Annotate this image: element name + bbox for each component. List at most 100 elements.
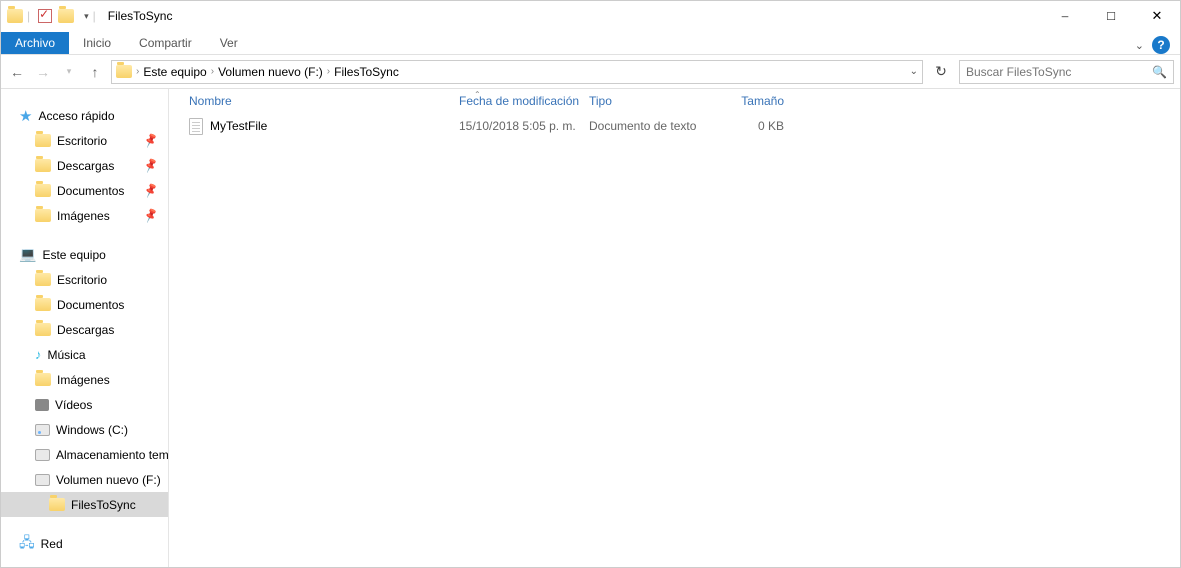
sidebar-label: Volumen nuevo (F:) bbox=[56, 473, 161, 487]
sort-indicator-icon: ⌃ bbox=[474, 90, 481, 99]
breadcrumb[interactable]: Volumen nuevo (F:) bbox=[218, 65, 323, 79]
disk-icon bbox=[35, 474, 50, 486]
search-icon[interactable]: 🔍 bbox=[1152, 65, 1167, 79]
sidebar-item-music[interactable]: ♪Música bbox=[1, 342, 168, 367]
sidebar-item-pictures[interactable]: Imágenes 📌 bbox=[1, 203, 168, 228]
column-type[interactable]: Tipo bbox=[589, 94, 714, 108]
navigation-pane: ★ Acceso rápido Escritorio 📌 Descargas 📌… bbox=[1, 89, 169, 567]
sidebar-label: Red bbox=[41, 537, 63, 551]
qat-dropdown-icon[interactable]: ▾ bbox=[84, 11, 89, 22]
tab-view[interactable]: Ver bbox=[206, 32, 252, 54]
sidebar-item-desktop[interactable]: Escritorio 📌 bbox=[1, 128, 168, 153]
network-icon: 🖧 bbox=[19, 532, 35, 556]
up-button[interactable]: ↑ bbox=[85, 62, 105, 82]
folder-icon bbox=[35, 273, 51, 286]
folder-icon bbox=[35, 159, 51, 172]
column-size[interactable]: Tamaño bbox=[714, 94, 784, 108]
folder-icon bbox=[35, 298, 51, 311]
minimize-button[interactable]: – bbox=[1042, 1, 1088, 31]
sidebar-label: Escritorio bbox=[57, 273, 107, 287]
sidebar-label: Este equipo bbox=[42, 248, 105, 262]
sidebar-label: Vídeos bbox=[55, 398, 92, 412]
sidebar-item-downloads[interactable]: Descargas 📌 bbox=[1, 153, 168, 178]
sidebar-label: Escritorio bbox=[57, 134, 107, 148]
folder-icon bbox=[35, 323, 51, 336]
back-button[interactable]: ← bbox=[7, 62, 27, 82]
sidebar-item-documents[interactable]: Documentos 📌 bbox=[1, 178, 168, 203]
folder-icon bbox=[49, 498, 65, 511]
sidebar-label: FilesToSync bbox=[71, 498, 136, 512]
sidebar-label: Acceso rápido bbox=[38, 109, 114, 123]
sidebar-item-tempstorage[interactable]: Almacenamiento temporal bbox=[1, 442, 168, 467]
address-bar[interactable]: › Este equipo › Volumen nuevo (F:) › Fil… bbox=[111, 60, 923, 84]
titlebar-separator: | bbox=[27, 9, 30, 23]
video-icon bbox=[35, 399, 49, 411]
window-title: FilesToSync bbox=[108, 9, 173, 23]
search-box[interactable]: 🔍 bbox=[959, 60, 1174, 84]
sidebar-item-pictures[interactable]: Imágenes bbox=[1, 367, 168, 392]
app-folder-icon bbox=[7, 9, 23, 23]
pin-icon: 📌 bbox=[142, 132, 159, 149]
quick-access-icon: ★ bbox=[19, 107, 32, 125]
search-input[interactable] bbox=[966, 65, 1152, 79]
file-name-cell: MyTestFile bbox=[189, 118, 459, 135]
disk-icon bbox=[35, 424, 50, 436]
folder-icon bbox=[35, 184, 51, 197]
sidebar-quick-access[interactable]: ★ Acceso rápido bbox=[1, 103, 168, 128]
folder-icon bbox=[35, 373, 51, 386]
address-dropdown-icon[interactable]: ⌄ bbox=[910, 66, 918, 77]
file-size: 0 KB bbox=[714, 119, 784, 133]
column-headers: Nombre ⌃ Fecha de modificación Tipo Tama… bbox=[169, 89, 1180, 113]
music-icon: ♪ bbox=[35, 347, 42, 362]
navigation-bar: ← → ▾ ↑ › Este equipo › Volumen nuevo (F… bbox=[1, 55, 1180, 89]
folder-icon bbox=[35, 134, 51, 147]
address-folder-icon bbox=[116, 65, 132, 78]
breadcrumb[interactable]: FilesToSync bbox=[334, 65, 399, 79]
recent-dropdown[interactable]: ▾ bbox=[59, 62, 79, 82]
file-list-pane: Nombre ⌃ Fecha de modificación Tipo Tama… bbox=[169, 89, 1180, 567]
sidebar-label: Imágenes bbox=[57, 209, 110, 223]
sidebar-network[interactable]: 🖧 Red bbox=[1, 531, 168, 556]
column-name[interactable]: Nombre bbox=[189, 94, 459, 108]
breadcrumb-sep-icon[interactable]: › bbox=[211, 66, 214, 77]
qat-properties-icon[interactable] bbox=[38, 9, 52, 23]
sidebar-item-drive-c[interactable]: Windows (C:) bbox=[1, 417, 168, 442]
ribbon-tabs: Archivo Inicio Compartir Ver ⌄ ? bbox=[1, 31, 1180, 55]
sidebar-label: Windows (C:) bbox=[56, 423, 128, 437]
pin-icon: 📌 bbox=[142, 207, 159, 224]
breadcrumb-sep-icon[interactable]: › bbox=[136, 66, 139, 77]
titlebar-separator: | bbox=[93, 9, 96, 23]
tab-share[interactable]: Compartir bbox=[125, 32, 206, 54]
maximize-button[interactable]: □ bbox=[1088, 1, 1134, 31]
text-file-icon bbox=[189, 118, 203, 135]
ribbon-expand-icon[interactable]: ⌄ bbox=[1135, 39, 1144, 52]
sidebar-this-pc[interactable]: 💻 Este equipo bbox=[1, 242, 168, 267]
file-row[interactable]: MyTestFile 15/10/2018 5:05 p. m. Documen… bbox=[169, 113, 1180, 139]
breadcrumb[interactable]: Este equipo bbox=[143, 65, 206, 79]
tab-file[interactable]: Archivo bbox=[1, 32, 69, 54]
titlebar: | ▾ | FilesToSync – □ ✕ bbox=[1, 1, 1180, 31]
forward-button[interactable]: → bbox=[33, 62, 53, 82]
sidebar-label: Documentos bbox=[57, 298, 124, 312]
sidebar-label: Documentos bbox=[57, 184, 124, 198]
sidebar-label: Descargas bbox=[57, 159, 114, 173]
pin-icon: 📌 bbox=[142, 157, 159, 174]
help-button[interactable]: ? bbox=[1152, 36, 1170, 54]
sidebar-item-drive-f[interactable]: Volumen nuevo (F:) bbox=[1, 467, 168, 492]
sidebar-item-videos[interactable]: Vídeos bbox=[1, 392, 168, 417]
tab-home[interactable]: Inicio bbox=[69, 32, 125, 54]
sidebar-label: Imágenes bbox=[57, 373, 110, 387]
file-date: 15/10/2018 5:05 p. m. bbox=[459, 119, 589, 133]
file-type: Documento de texto bbox=[589, 119, 714, 133]
sidebar-item-downloads[interactable]: Descargas bbox=[1, 317, 168, 342]
breadcrumb-sep-icon[interactable]: › bbox=[327, 66, 330, 77]
sidebar-item-desktop[interactable]: Escritorio bbox=[1, 267, 168, 292]
close-button[interactable]: ✕ bbox=[1134, 1, 1180, 31]
folder-icon bbox=[35, 209, 51, 222]
qat-newfolder-icon[interactable] bbox=[58, 9, 74, 23]
quick-access-toolbar: ▾ bbox=[38, 9, 89, 23]
sidebar-item-filestosync[interactable]: FilesToSync bbox=[1, 492, 168, 517]
sidebar-item-documents[interactable]: Documentos bbox=[1, 292, 168, 317]
disk-icon bbox=[35, 449, 50, 461]
refresh-button[interactable]: ↻ bbox=[929, 60, 953, 84]
